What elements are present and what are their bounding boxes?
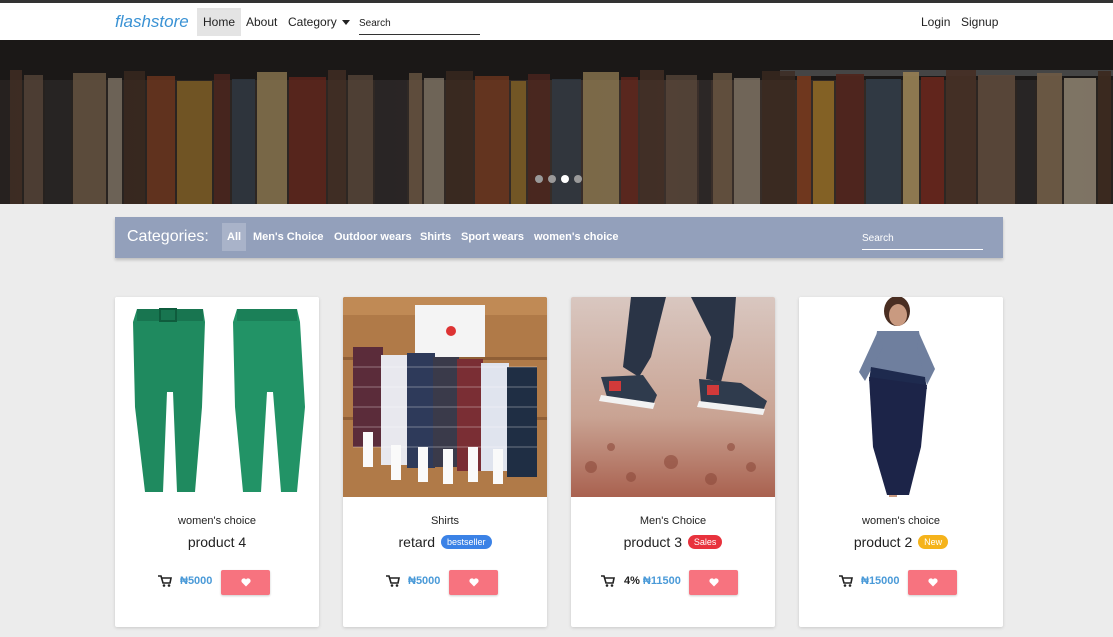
category-mens-choice[interactable]: Men's Choice <box>248 223 328 251</box>
product-category: women's choice <box>178 515 256 527</box>
nav-category-label: Category <box>288 15 337 29</box>
cart-icon[interactable] <box>386 575 400 587</box>
product-category: Shirts <box>430 515 460 527</box>
carousel-dot[interactable] <box>548 175 556 183</box>
carousel-dot[interactable] <box>535 175 543 183</box>
category-bar: Categories: All Men's Choice Outdoor wea… <box>115 217 1003 258</box>
product-title-row: product 2 New <box>799 534 1003 550</box>
new-badge: New <box>918 535 949 549</box>
favorite-button[interactable] <box>908 570 957 595</box>
nav-category-dropdown[interactable]: Category <box>282 8 356 36</box>
category-womens-choice[interactable]: women's choice <box>529 223 624 251</box>
category-search-input[interactable] <box>862 227 983 250</box>
product-title: product 4 <box>187 534 247 550</box>
product-discount: 4% <box>624 575 640 587</box>
product-price: ₦11500 <box>642 575 681 587</box>
carousel-indicators <box>535 175 582 183</box>
login-link[interactable]: Login <box>915 8 956 36</box>
cart-icon[interactable] <box>158 575 172 587</box>
category-shirts[interactable]: Shirts <box>415 223 456 251</box>
heart-icon <box>708 578 719 587</box>
product-category: Men's Choice <box>639 515 707 527</box>
product-image-checked-shirts[interactable] <box>343 297 547 497</box>
product-category: women's choice <box>862 515 940 527</box>
brand-logo[interactable]: flashstore <box>115 12 189 32</box>
sales-badge: Sales <box>687 535 723 549</box>
category-outdoor-wears[interactable]: Outdoor wears <box>329 223 417 251</box>
nav-search-input[interactable] <box>359 12 480 35</box>
product-title: retard <box>398 534 436 550</box>
product-title: product 3 <box>623 534 682 550</box>
hero-carousel <box>0 40 1113 204</box>
product-image-green-trousers[interactable] <box>115 297 319 497</box>
caret-down-icon <box>341 20 350 26</box>
product-card[interactable]: women's choice product 2 New ₦15000 <box>799 297 1003 627</box>
carousel-dot[interactable] <box>574 175 582 183</box>
carousel-dot[interactable] <box>561 175 569 183</box>
product-card[interactable]: women's choice product 4 ₦5000 <box>115 297 319 627</box>
category-sport-wears[interactable]: Sport wears <box>456 223 529 251</box>
product-title: product 2 <box>853 534 913 550</box>
product-price: ₦15000 <box>861 575 900 587</box>
categories-heading: Categories: <box>127 228 209 245</box>
product-title-row: product 4 <box>115 534 319 550</box>
signup-link[interactable]: Signup <box>955 8 1004 36</box>
nav-home[interactable]: Home <box>197 8 242 36</box>
product-price-block: 4% ₦11500 <box>624 575 681 587</box>
heart-icon <box>240 578 251 587</box>
product-card[interactable]: Men's Choice product 3 Sales 4% ₦11500 <box>571 297 775 627</box>
heart-icon <box>927 578 938 587</box>
product-title-row: retard bestseller <box>343 534 547 550</box>
cart-icon[interactable] <box>601 575 615 587</box>
cart-icon[interactable] <box>839 575 853 587</box>
favorite-button[interactable] <box>449 570 498 595</box>
product-image-navy-dress[interactable] <box>799 297 1003 497</box>
bestseller-badge: bestseller <box>440 535 492 549</box>
product-card[interactable]: Shirts retard bestseller ₦5000 <box>343 297 547 627</box>
product-image-sneakers-jump[interactable] <box>571 297 775 497</box>
favorite-button[interactable] <box>689 570 738 595</box>
product-price: ₦5000 <box>180 575 213 587</box>
nav-about[interactable]: About <box>240 8 283 36</box>
navbar: flashstore Home About Category Login Sig… <box>0 3 1113 40</box>
favorite-button[interactable] <box>221 570 270 595</box>
product-title-row: product 3 Sales <box>571 534 775 550</box>
product-price: ₦5000 <box>408 575 441 587</box>
category-all[interactable]: All <box>222 223 247 251</box>
heart-icon <box>468 578 479 587</box>
